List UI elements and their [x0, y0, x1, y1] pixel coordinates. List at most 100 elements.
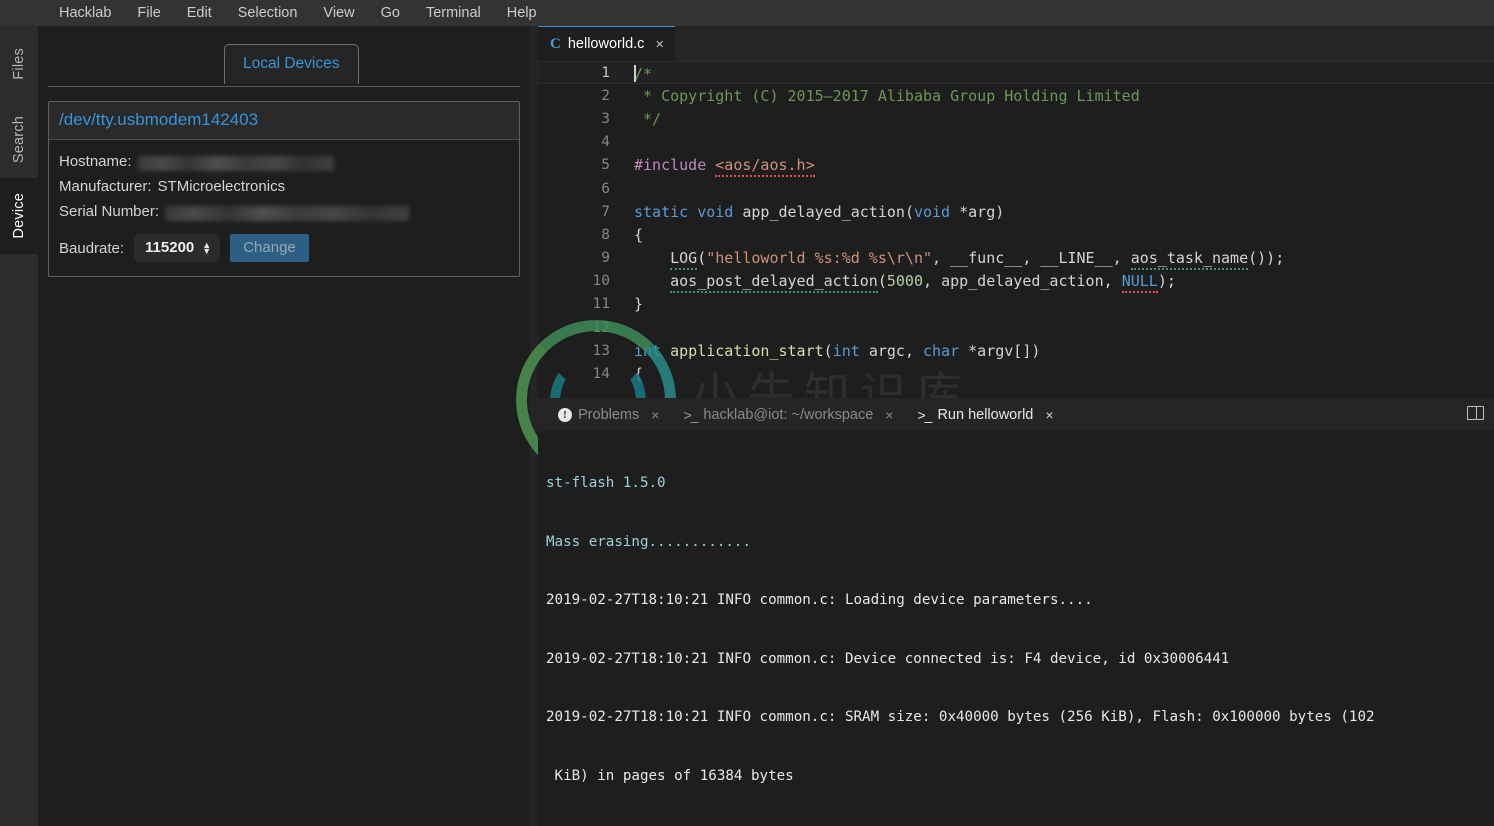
- menu-bar: Hacklab File Edit Selection View Go Term…: [0, 0, 1494, 26]
- device-hostname-row: Hostname:: [59, 149, 509, 174]
- code-line: 12: [538, 316, 1494, 339]
- warning-icon: !: [558, 407, 572, 422]
- change-baudrate-button[interactable]: Change: [230, 234, 309, 262]
- line-number: 8: [601, 226, 610, 243]
- line-content: {: [634, 225, 644, 244]
- terminal-line: 2019-02-27T18:10:21 INFO common.c: SRAM …: [546, 709, 1375, 725]
- panel-tabstrip: ! Problems × >_ hacklab@iot: ~/workspace…: [538, 398, 1494, 431]
- baudrate-row: Baudrate: 115200 ▲ ▼ Change: [59, 234, 509, 262]
- device-hostname-label: Hostname:: [59, 153, 132, 170]
- line-content: * Copyright (C) 2015–2017 Alibaba Group …: [634, 86, 1140, 105]
- sidebar-item-files[interactable]: Files: [0, 26, 38, 102]
- line-content: int application_start(int argc, char *ar…: [634, 341, 1041, 360]
- line-number: 14: [592, 366, 610, 383]
- menu-item-help[interactable]: Help: [494, 2, 550, 24]
- device-serial-label: Serial Number:: [59, 203, 160, 220]
- device-serial-value-redacted: [165, 206, 410, 221]
- c-file-icon: C: [550, 35, 561, 52]
- device-card: /dev/tty.usbmodem142403 Hostname: Manufa…: [48, 101, 520, 277]
- terminal-line: KiB) in pages of 16384 bytes: [546, 767, 794, 784]
- device-path[interactable]: /dev/tty.usbmodem142403: [49, 102, 519, 140]
- device-details: Hostname: Manufacturer: STMicroelectroni…: [49, 140, 519, 276]
- terminal-prompt-icon: >_: [683, 406, 698, 423]
- line-number: 3: [601, 110, 610, 127]
- close-icon[interactable]: ×: [1045, 407, 1053, 423]
- tab-terminal-workspace[interactable]: >_ hacklab@iot: ~/workspace ×: [671, 398, 905, 431]
- sidebar-item-search[interactable]: Search: [0, 102, 38, 178]
- line-content: #include <aos/aos.h>: [634, 156, 815, 178]
- tab-problems[interactable]: ! Problems ×: [546, 398, 671, 431]
- tab-helloworld-c[interactable]: C helloworld.c ×: [538, 26, 676, 61]
- terminal-line: Mass erasing............: [546, 533, 751, 550]
- code-line: 13 int application_start(int argc, char …: [538, 339, 1494, 362]
- sidebar-item-label: Files: [11, 48, 27, 80]
- menu-item-go[interactable]: Go: [368, 2, 413, 24]
- line-content: LOG("helloworld %s:%d %s\r\n", __func__,…: [634, 249, 1284, 271]
- activity-bar: Files Search Device: [0, 26, 38, 826]
- code-line: 11 }: [538, 293, 1494, 316]
- sidebar-item-device[interactable]: Device: [0, 178, 38, 254]
- terminal-prompt-icon: >_: [917, 406, 932, 423]
- terminal-output[interactable]: st-flash 1.5.0 Mass erasing............ …: [538, 431, 1494, 826]
- line-content: /*: [634, 65, 653, 84]
- code-line: 1 /*: [538, 61, 1494, 85]
- app-window: Hacklab File Edit Selection View Go Term…: [0, 0, 1494, 826]
- code-line: 4: [538, 131, 1494, 154]
- menu-item-edit[interactable]: Edit: [174, 2, 225, 24]
- stepper-arrows-icon: ▲ ▼: [202, 239, 212, 256]
- device-manufacturer-label: Manufacturer:: [59, 178, 152, 195]
- code-line: 3 */: [538, 107, 1494, 130]
- device-serial-row: Serial Number:: [59, 199, 509, 224]
- line-content: */: [634, 109, 662, 128]
- tab-run-helloworld[interactable]: >_ Run helloworld ×: [905, 398, 1065, 431]
- editor-tab-label: helloworld.c: [567, 36, 645, 52]
- code-line: 5 #include <aos/aos.h>: [538, 154, 1494, 178]
- menu-item-view[interactable]: View: [310, 2, 367, 24]
- line-number: 11: [592, 296, 610, 313]
- menu-item-terminal[interactable]: Terminal: [413, 2, 494, 24]
- line-number: 12: [592, 319, 610, 336]
- code-line: 7 static void app_delayed_action(void *a…: [538, 200, 1494, 223]
- side-panel-tabstrip: Local Devices: [48, 39, 520, 87]
- editor-tabstrip: C helloworld.c ×: [538, 26, 1494, 61]
- text-cursor: [634, 65, 636, 83]
- line-number: 5: [601, 157, 610, 174]
- baudrate-label: Baudrate:: [59, 239, 125, 257]
- line-number: 10: [592, 273, 610, 290]
- panel-tab-label: Problems: [578, 406, 640, 423]
- line-number: 4: [601, 134, 610, 151]
- panel-actions: [1467, 406, 1484, 420]
- terminal-line: st-flash 1.5.0: [546, 475, 666, 491]
- code-line: 2 * Copyright (C) 2015–2017 Alibaba Grou…: [538, 84, 1494, 107]
- bottom-panel: ! Problems × >_ hacklab@iot: ~/workspace…: [538, 398, 1494, 826]
- device-manufacturer-value: STMicroelectronics: [157, 178, 286, 195]
- code-line: 8 {: [538, 223, 1494, 246]
- terminal-line: 2019-02-27T18:10:21 INFO common.c: Devic…: [546, 650, 1230, 667]
- line-number: 1: [601, 64, 610, 81]
- device-side-panel: Local Devices /dev/tty.usbmodem142403 Ho…: [38, 26, 530, 826]
- sidebar-editor-sash[interactable]: [530, 26, 538, 826]
- code-line: 14 {: [538, 362, 1494, 385]
- sidebar-item-label: Device: [11, 193, 27, 239]
- baudrate-value: 115200: [145, 239, 195, 256]
- split-editor-icon[interactable]: [1467, 406, 1484, 420]
- line-number: 9: [601, 250, 610, 267]
- device-manufacturer-row: Manufacturer: STMicroelectronics: [59, 174, 509, 199]
- panel-tab-label: hacklab@iot: ~/workspace: [703, 406, 874, 423]
- menu-item-hacklab[interactable]: Hacklab: [46, 2, 124, 24]
- line-content: }: [634, 295, 644, 314]
- close-icon[interactable]: ×: [651, 407, 659, 423]
- line-number: 13: [592, 342, 610, 359]
- line-content: aos_post_delayed_action(5000, app_delaye…: [634, 272, 1176, 294]
- close-icon[interactable]: ×: [885, 407, 893, 423]
- code-line: 9 LOG("helloworld %s:%d %s\r\n", __func_…: [538, 247, 1494, 271]
- menu-item-selection[interactable]: Selection: [225, 2, 311, 24]
- menu-item-file[interactable]: File: [124, 2, 173, 24]
- terminal-line: 2019-02-27T18:10:21 INFO common.c: Loadi…: [546, 592, 1093, 608]
- close-icon[interactable]: ×: [655, 36, 664, 53]
- code-line: 10 aos_post_delayed_action(5000, app_del…: [538, 270, 1494, 294]
- line-number: 6: [601, 180, 610, 197]
- sidebar-item-label: Search: [11, 116, 27, 164]
- baudrate-select[interactable]: 115200 ▲ ▼: [134, 234, 221, 262]
- tab-local-devices[interactable]: Local Devices: [224, 44, 359, 84]
